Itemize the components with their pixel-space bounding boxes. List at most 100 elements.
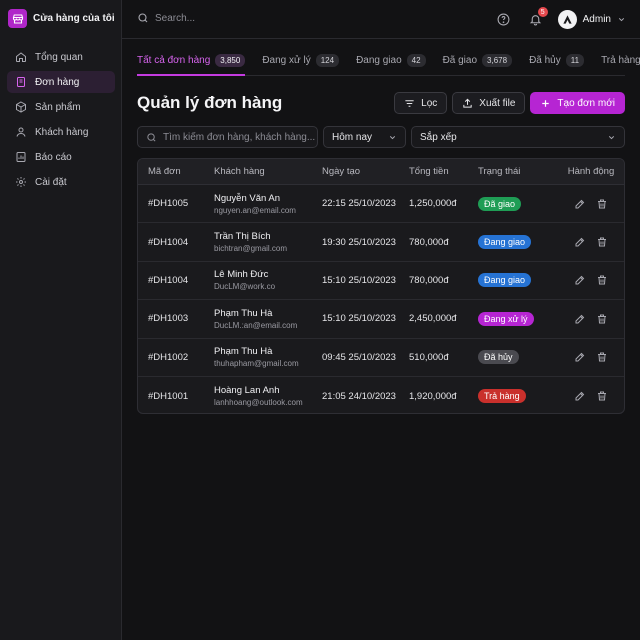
create-order-button-label: Tạo đơn mới — [557, 97, 615, 109]
order-total: 780,000đ — [409, 274, 449, 286]
sidebar-item-label: Sản phẩm — [35, 101, 81, 113]
order-search-input[interactable]: Tìm kiếm đơn hàng, khách hàng... — [137, 126, 318, 148]
order-date: 21:05 24/10/2023 — [322, 390, 396, 402]
actions-cell — [558, 351, 624, 363]
trash-icon[interactable] — [596, 236, 608, 248]
trash-icon[interactable] — [596, 198, 608, 210]
tab-returned[interactable]: Trả hàng5 — [601, 50, 640, 75]
edit-icon[interactable] — [574, 390, 586, 402]
column-header[interactable]: Mã đơn — [138, 166, 214, 177]
status-badge: Trả hàng — [478, 389, 526, 404]
sidebar-item-orders[interactable]: Đơn hàng — [7, 71, 115, 93]
export-button[interactable]: Xuất file — [452, 92, 526, 114]
notification-badge: 5 — [537, 7, 548, 17]
column-header[interactable]: Trạng thái — [478, 166, 558, 177]
create-order-button[interactable]: Tạo đơn mới — [530, 92, 625, 114]
tab-label: Đang giao — [356, 55, 402, 66]
order-id[interactable]: #DH1005 — [138, 198, 214, 209]
order-id[interactable]: #DH1004 — [138, 275, 214, 286]
plus-icon — [540, 98, 551, 109]
status-cell: Đang giao — [478, 273, 558, 288]
actions-cell — [558, 236, 624, 248]
help-button[interactable] — [494, 9, 514, 29]
order-id[interactable]: #DH1004 — [138, 237, 214, 248]
edit-icon[interactable] — [574, 198, 586, 210]
chevron-down-icon — [607, 133, 616, 142]
edit-icon[interactable] — [574, 274, 586, 286]
table-row[interactable]: #DH1004 Trần Thị Bích bichtran@gmail.com… — [138, 223, 624, 262]
order-id[interactable]: #DH1003 — [138, 313, 214, 324]
sidebar-item-settings[interactable]: Cài đặt — [7, 171, 115, 193]
tab-processing[interactable]: Đang xử lý 124 — [262, 50, 340, 75]
orders-icon — [15, 76, 27, 88]
order-id[interactable]: #DH1001 — [138, 391, 214, 402]
sidebar-item-products[interactable]: Sản phẩm — [7, 96, 115, 118]
customer-cell: Phạm Thu Hà thuhapham@gmail.com — [214, 346, 322, 368]
sort-select[interactable]: Sắp xếp — [411, 126, 625, 148]
table-row[interactable]: #DH1005 Nguyễn Văn An nguyen.an@email.co… — [138, 185, 624, 224]
order-id[interactable]: #DH1002 — [138, 352, 214, 363]
report-icon — [15, 151, 27, 163]
column-header[interactable]: Ngày tạo — [322, 166, 409, 177]
sidebar-item-label: Báo cáo — [35, 151, 72, 163]
user-icon — [15, 126, 27, 138]
sidebar-item-reports[interactable]: Báo cáo — [7, 146, 115, 168]
table-row[interactable]: #DH1001 Hoàng Lan Anh lanhhoang@outlook.… — [138, 377, 624, 413]
customer-email: thuhapham@gmail.com — [214, 359, 299, 369]
column-header[interactable]: Tổng tiền — [409, 166, 478, 177]
filter-button[interactable]: Lọc — [394, 92, 448, 114]
status-cell: Đã giao — [478, 196, 558, 211]
tab-shipping[interactable]: Đang giao 42 — [356, 50, 426, 75]
column-header[interactable]: Khách hàng — [214, 166, 322, 177]
customer-cell: Lê Minh Đức DucLM@work.co — [214, 269, 322, 291]
customer-email: bichtran@gmail.com — [214, 244, 288, 254]
tab-count: 3,678 — [482, 54, 513, 67]
status-badge: Đang giao — [478, 235, 532, 250]
table-row[interactable]: #DH1002 Phạm Thu Hà thuhapham@gmail.com … — [138, 339, 624, 377]
customer-name: Phạm Thu Hà — [214, 346, 273, 358]
order-date: 19:30 25/10/2023 — [322, 236, 396, 248]
sidebar-item-customers[interactable]: Khách hàng — [7, 121, 115, 143]
global-search[interactable]: Search... — [137, 12, 195, 24]
tab-cancelled[interactable]: Đã hủy 11 — [529, 50, 585, 75]
table-row[interactable]: #DH1004 Lê Minh Đức DucLM@work.co 15:10 … — [138, 262, 624, 301]
edit-icon[interactable] — [574, 351, 586, 363]
help-icon — [497, 13, 510, 26]
trash-icon[interactable] — [596, 351, 608, 363]
customer-name: Hoàng Lan Anh — [214, 385, 280, 397]
edit-icon[interactable] — [574, 313, 586, 325]
order-total: 780,000đ — [409, 236, 449, 248]
trash-icon[interactable] — [596, 313, 608, 325]
header-actions: Lọc Xuất file Tạo đơn mới — [394, 92, 625, 114]
status-cell: Đã hủy — [478, 350, 558, 365]
tab-delivered[interactable]: Đã giao 3,678 — [443, 50, 513, 75]
brand[interactable]: Cửa hàng của tôi — [8, 9, 115, 28]
sidebar-item-overview[interactable]: Tổng quan — [7, 46, 115, 68]
customer-name: Lê Minh Đức — [214, 269, 269, 281]
export-button-label: Xuất file — [479, 97, 516, 109]
tab-count: 11 — [565, 54, 585, 67]
actions-cell — [558, 274, 624, 286]
customer-cell: Phạm Thu Hà DucLM.:an@email.com — [214, 308, 322, 330]
order-date: 15:10 25/10/2023 — [322, 313, 396, 325]
store-icon — [8, 9, 27, 28]
edit-icon[interactable] — [574, 236, 586, 248]
order-total: 2,450,000đ — [409, 313, 457, 325]
sidebar-item-label: Đơn hàng — [35, 76, 80, 88]
customer-email: nguyen.an@email.com — [214, 205, 296, 215]
table-header: Mã đơn Khách hàng Ngày tạo Tổng tiền Trạ… — [138, 159, 624, 185]
sort-select-value: Sắp xếp — [420, 131, 457, 143]
trash-icon[interactable] — [596, 390, 608, 402]
customer-name: Phạm Thu Hà — [214, 307, 273, 319]
sidebar-item-label: Tổng quan — [35, 51, 83, 63]
user-menu[interactable]: Admin — [557, 9, 626, 29]
topbar: Search... 5 Admin — [122, 0, 640, 39]
status-cell: Trả hàng — [478, 389, 558, 404]
chevron-down-icon — [617, 15, 626, 24]
trash-icon[interactable] — [596, 274, 608, 286]
notifications-button[interactable]: 5 — [526, 7, 548, 29]
tab-all[interactable]: Tất cả đơn hàng 3,850 — [137, 50, 246, 76]
actions-cell — [558, 313, 624, 325]
date-select[interactable]: Hôm nay — [323, 126, 406, 148]
table-row[interactable]: #DH1003 Phạm Thu Hà DucLM.:an@email.com … — [138, 300, 624, 339]
